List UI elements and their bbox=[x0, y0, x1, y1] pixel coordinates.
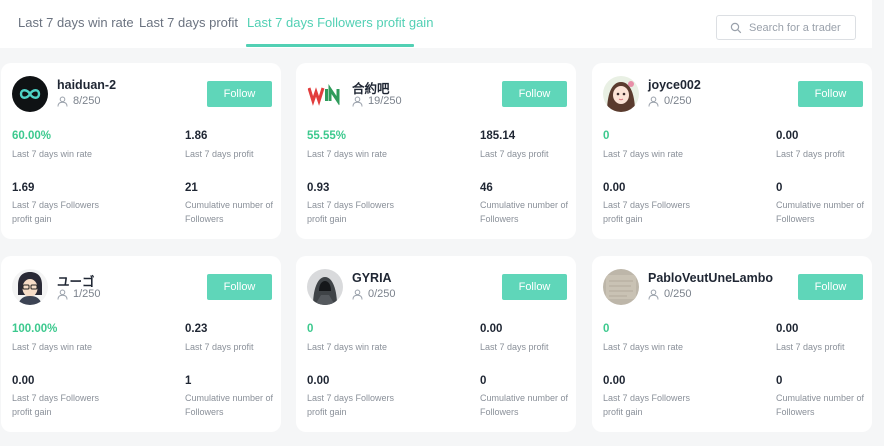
follow-button[interactable]: Follow bbox=[798, 81, 863, 107]
follower-count: 1/250 bbox=[57, 288, 101, 300]
user-icon bbox=[57, 96, 68, 107]
profit-label: Last 7 days profit bbox=[185, 149, 254, 159]
win-rate-value: 55.55% bbox=[307, 130, 347, 142]
win-rate-label: Last 7 days win rate bbox=[307, 342, 388, 352]
trader-name[interactable]: PabloVeutUneLambo bbox=[648, 271, 773, 285]
profit-value: 0.00 bbox=[776, 323, 799, 335]
follower-count: 0/250 bbox=[648, 288, 692, 300]
profit-label: Last 7 days profit bbox=[776, 342, 845, 352]
followers-profit-gain-value: 1.69 bbox=[12, 182, 35, 194]
cumulative-followers-label: Cumulative number of Followers bbox=[776, 200, 865, 224]
follower-count-text: 0/250 bbox=[368, 288, 396, 300]
search-input[interactable] bbox=[749, 19, 853, 37]
win-rate-label: Last 7 days win rate bbox=[12, 149, 93, 159]
follower-count-text: 0/250 bbox=[664, 95, 692, 107]
win-rate-value: 100.00% bbox=[12, 323, 58, 335]
followers-profit-gain-value: 0.00 bbox=[603, 375, 626, 387]
tab-win-rate[interactable]: Last 7 days win rate bbox=[18, 15, 134, 30]
followers-profit-gain-label: Last 7 days Followers profit gain bbox=[603, 393, 691, 417]
trader-card-3: joyce002 0/250 Follow 0 Last 7 days win … bbox=[592, 63, 872, 239]
profit-label: Last 7 days profit bbox=[185, 342, 254, 352]
cumulative-followers-label: Cumulative number of Followers bbox=[185, 200, 274, 224]
win-rate-label: Last 7 days win rate bbox=[12, 342, 93, 352]
search-icon bbox=[730, 22, 742, 34]
cumulative-followers-value: 1 bbox=[185, 375, 192, 387]
follow-button[interactable]: Follow bbox=[502, 274, 567, 300]
win-rate-label: Last 7 days win rate bbox=[603, 342, 684, 352]
win-rate-value: 60.00% bbox=[12, 130, 52, 142]
tab-followers-profit-gain[interactable]: Last 7 days Followers profit gain bbox=[247, 15, 433, 30]
followers-profit-gain-label: Last 7 days Followers profit gain bbox=[307, 393, 395, 417]
profit-label: Last 7 days profit bbox=[480, 342, 549, 352]
filter-tab-bar: Last 7 days win rate Last 7 days profit … bbox=[0, 0, 872, 48]
profit-value: 185.14 bbox=[480, 130, 516, 142]
followers-profit-gain-label: Last 7 days Followers profit gain bbox=[12, 393, 100, 417]
active-tab-indicator bbox=[246, 44, 414, 47]
followers-profit-gain-value: 0.00 bbox=[12, 375, 35, 387]
win-rate-value: 0 bbox=[603, 323, 610, 335]
cumulative-followers-value: 0 bbox=[480, 375, 487, 387]
user-icon bbox=[57, 289, 68, 300]
win-rate-value: 0 bbox=[603, 130, 610, 142]
trader-name[interactable]: GYRIA bbox=[352, 271, 392, 285]
follow-button[interactable]: Follow bbox=[207, 81, 272, 107]
follower-count: 0/250 bbox=[648, 95, 692, 107]
win-rate-label: Last 7 days win rate bbox=[603, 149, 684, 159]
hooded-figure-avatar[interactable] bbox=[307, 269, 343, 305]
paper-texture-avatar[interactable] bbox=[603, 269, 639, 305]
search-box[interactable] bbox=[716, 15, 856, 40]
follower-count-text: 8/250 bbox=[73, 95, 101, 107]
follower-count: 0/250 bbox=[352, 288, 396, 300]
trader-card-5: GYRIA 0/250 Follow 0 Last 7 days win rat… bbox=[296, 256, 576, 432]
user-icon bbox=[352, 289, 363, 300]
user-icon bbox=[648, 96, 659, 107]
profit-value: 0.23 bbox=[185, 323, 208, 335]
followers-profit-gain-label: Last 7 days Followers profit gain bbox=[12, 200, 100, 224]
cumulative-followers-value: 21 bbox=[185, 182, 198, 194]
profit-label: Last 7 days profit bbox=[776, 149, 845, 159]
cumulative-followers-value: 46 bbox=[480, 182, 493, 194]
followers-profit-gain-value: 0.00 bbox=[307, 375, 330, 387]
cumulative-followers-label: Cumulative number of Followers bbox=[185, 393, 274, 417]
follow-button[interactable]: Follow bbox=[798, 274, 863, 300]
follower-count: 8/250 bbox=[57, 95, 101, 107]
user-icon bbox=[352, 96, 363, 107]
follower-count-text: 1/250 bbox=[73, 288, 101, 300]
follow-button[interactable]: Follow bbox=[207, 274, 272, 300]
win-rate-value: 0 bbox=[307, 323, 314, 335]
followers-profit-gain-value: 0.00 bbox=[603, 182, 626, 194]
infinity-logo-avatar[interactable] bbox=[12, 76, 48, 112]
anime-boy-avatar[interactable] bbox=[12, 269, 48, 305]
trader-card-1: haiduan-2 8/250 Follow 60.00% Last 7 day… bbox=[1, 63, 281, 239]
cumulative-followers-value: 0 bbox=[776, 375, 783, 387]
anime-girl-avatar[interactable] bbox=[603, 76, 639, 112]
trader-card-4: ユーゴ 1/250 Follow 100.00% Last 7 days win… bbox=[1, 256, 281, 432]
profit-value: 0.00 bbox=[480, 323, 503, 335]
profit-value: 0.00 bbox=[776, 130, 799, 142]
cumulative-followers-value: 0 bbox=[776, 182, 783, 194]
profit-label: Last 7 days profit bbox=[480, 149, 549, 159]
win-logo-avatar[interactable] bbox=[307, 76, 343, 112]
cumulative-followers-label: Cumulative number of Followers bbox=[776, 393, 865, 417]
follower-count: 19/250 bbox=[352, 95, 402, 107]
win-rate-label: Last 7 days win rate bbox=[307, 149, 388, 159]
followers-profit-gain-label: Last 7 days Followers profit gain bbox=[307, 200, 395, 224]
trader-name[interactable]: haiduan-2 bbox=[57, 78, 116, 92]
tab-profit[interactable]: Last 7 days profit bbox=[139, 15, 238, 30]
trader-card-6: PabloVeutUneLambo 0/250 Follow 0 Last 7 … bbox=[592, 256, 872, 432]
followers-profit-gain-value: 0.93 bbox=[307, 182, 330, 194]
profit-value: 1.86 bbox=[185, 130, 208, 142]
user-icon bbox=[648, 289, 659, 300]
follower-count-text: 19/250 bbox=[368, 95, 402, 107]
follower-count-text: 0/250 bbox=[664, 288, 692, 300]
cumulative-followers-label: Cumulative number of Followers bbox=[480, 200, 569, 224]
trader-name[interactable]: joyce002 bbox=[648, 78, 701, 92]
followers-profit-gain-label: Last 7 days Followers profit gain bbox=[603, 200, 691, 224]
cumulative-followers-label: Cumulative number of Followers bbox=[480, 393, 569, 417]
follow-button[interactable]: Follow bbox=[502, 81, 567, 107]
trader-card-2: 合約吧 19/250 Follow 55.55% Last 7 days win… bbox=[296, 63, 576, 239]
